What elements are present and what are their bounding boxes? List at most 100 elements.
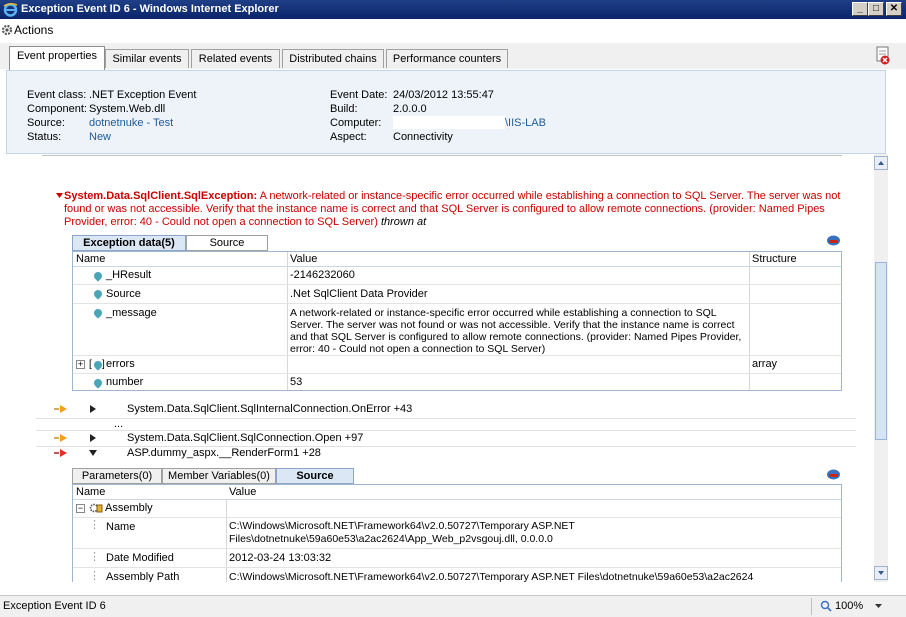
minimize-button[interactable]: _ (852, 2, 868, 16)
ie-logo-icon (3, 2, 18, 17)
tab-strip: Event properties Similar events Related … (0, 43, 906, 70)
expand-frame-icon[interactable] (90, 434, 96, 442)
header-value: Value (229, 486, 257, 498)
row-value: -2146232060 (290, 269, 355, 281)
header-value: Value (290, 253, 318, 265)
window-title-bar[interactable]: Exception Event ID 6 - Windows Internet … (0, 0, 906, 19)
table-row[interactable]: ⋮ Assembly Path C:\Windows\Microsoft.NET… (73, 568, 841, 582)
field-icon (92, 288, 104, 300)
stack-frame-3[interactable]: ASP.dummy_aspx.__RenderForm1 +28 (127, 447, 321, 459)
source-grid: Name Value − Assembly ⋮ Name C:\Windows\… (72, 484, 842, 582)
table-row[interactable]: + [ ] errors array (73, 356, 841, 374)
row-name: Name (106, 521, 136, 533)
row-name: Source (106, 288, 141, 300)
stack-ellipsis: ... (114, 418, 124, 430)
stack-frame-1[interactable]: System.Data.SqlClient.SqlInternalConnect… (127, 403, 412, 415)
collapse-toggle[interactable]: − (76, 504, 85, 513)
row-value: A network-related or instance-specific e… (290, 307, 742, 355)
field-icon (92, 307, 104, 319)
chevron-down-icon (875, 604, 882, 608)
table-row[interactable]: _message A network-related or instance-s… (73, 304, 841, 356)
scroll-down-button[interactable] (874, 566, 888, 580)
array-bracket: ] (102, 359, 105, 370)
frame-warning-icon (54, 434, 67, 442)
status-link[interactable]: New (89, 131, 111, 143)
source-label: Source: (27, 117, 65, 129)
vertical-scrollbar[interactable] (874, 154, 888, 582)
tree-line: ⋮ (89, 570, 100, 582)
actions-label: Actions (14, 23, 54, 37)
tab-distributed-chains[interactable]: Distributed chains (282, 49, 384, 68)
close-document-icon[interactable] (874, 46, 892, 66)
exception-message: System.Data.SqlClient.SqlException: A ne… (64, 190, 854, 229)
frame-warning-icon (54, 405, 67, 413)
scroll-up-button[interactable] (874, 156, 888, 170)
computer-link[interactable]: \IIS-LAB (505, 117, 546, 129)
event-date-label: Event Date: (330, 89, 388, 101)
table-row[interactable]: number 53 (73, 374, 841, 390)
header-name: Name (76, 486, 106, 498)
array-bracket: [ (89, 359, 92, 370)
source-link[interactable]: dotnetnuke - Test (89, 117, 173, 129)
computer-name-redacted (393, 116, 505, 129)
tab-event-properties[interactable]: Event properties (9, 46, 105, 70)
build-label: Build: (330, 103, 358, 115)
frame-separator (36, 418, 856, 419)
tree-line: ⋮ (89, 551, 100, 563)
row-value: 53 (290, 376, 303, 388)
event-date-value: 24/03/2012 13:55:47 (393, 89, 494, 101)
gear-icon (1, 24, 13, 36)
stack-frame-2[interactable]: System.Data.SqlClient.SqlConnection.Open… (127, 432, 363, 444)
exception-collapse-icon[interactable] (56, 193, 63, 199)
table-row[interactable]: ⋮ Date Modified 2012-03-24 13:03:32 (73, 549, 841, 568)
close-window-button[interactable]: ✕ (886, 2, 902, 16)
tab-member-variables[interactable]: Member Variables(0) (162, 468, 276, 484)
zoom-level: 100% (835, 600, 864, 612)
zoom-control[interactable]: 100% (811, 598, 892, 615)
tab-parameters[interactable]: Parameters(0) (72, 468, 162, 484)
table-row[interactable]: − Assembly (73, 500, 841, 518)
table-row[interactable]: ⋮ Name C:\Windows\Microsoft.NET\Framewor… (73, 518, 841, 549)
collapse-frame-icon[interactable] (89, 450, 97, 456)
tab-related-events[interactable]: Related events (191, 49, 280, 68)
component-label: Component: (27, 103, 87, 115)
export-icon[interactable] (826, 234, 841, 247)
table-row[interactable]: _HResult -2146232060 (73, 267, 841, 285)
frame-separator (36, 430, 856, 431)
field-icon (92, 377, 104, 389)
tab-exception-source[interactable]: Source (186, 235, 268, 251)
component-value: System.Web.dll (89, 103, 166, 115)
event-class-value: .NET Exception Event (89, 89, 197, 101)
row-name: Date Modified (106, 552, 174, 564)
aspect-label: Aspect: (330, 131, 367, 143)
zoom-icon (820, 600, 832, 612)
arrow-up-icon (878, 161, 884, 165)
exception-type: System.Data.SqlClient.SqlException: (64, 190, 258, 202)
actions-menu[interactable]: Actions (1, 23, 54, 37)
tab-performance-counters[interactable]: Performance counters (386, 49, 508, 68)
exception-data-grid: Name Value Structure _HResult -214623206… (72, 251, 842, 391)
row-structure: array (752, 358, 778, 370)
row-value: 2012-03-24 13:03:32 (229, 552, 332, 564)
row-name: Assembly Path (106, 571, 180, 582)
row-name: _message (106, 307, 157, 319)
row-name: _HResult (106, 269, 152, 281)
arrow-down-icon (878, 571, 884, 575)
tab-similar-events[interactable]: Similar events (105, 49, 189, 68)
tab-frame-source[interactable]: Source (276, 468, 354, 484)
header-structure: Structure (752, 253, 797, 265)
row-value: C:\Windows\Microsoft.NET\Framework64\v2.… (229, 520, 575, 545)
expand-frame-icon[interactable] (90, 405, 96, 413)
exception-grid-header: Name Value Structure (73, 252, 841, 267)
row-name: errors (106, 358, 135, 370)
maximize-button[interactable]: □ (868, 2, 884, 16)
tab-exception-data[interactable]: Exception data(5) (72, 235, 186, 251)
event-info-panel: Event class: .NET Exception Event Compon… (6, 70, 886, 154)
export-icon[interactable] (826, 468, 841, 481)
status-bar: Exception Event ID 6 100% (0, 595, 906, 617)
expand-toggle[interactable]: + (76, 360, 85, 369)
table-row[interactable]: Source .Net SqlClient Data Provider (73, 285, 841, 304)
assembly-icon (89, 503, 103, 513)
computer-label: Computer: (330, 117, 382, 129)
scroll-thumb[interactable] (875, 262, 887, 440)
